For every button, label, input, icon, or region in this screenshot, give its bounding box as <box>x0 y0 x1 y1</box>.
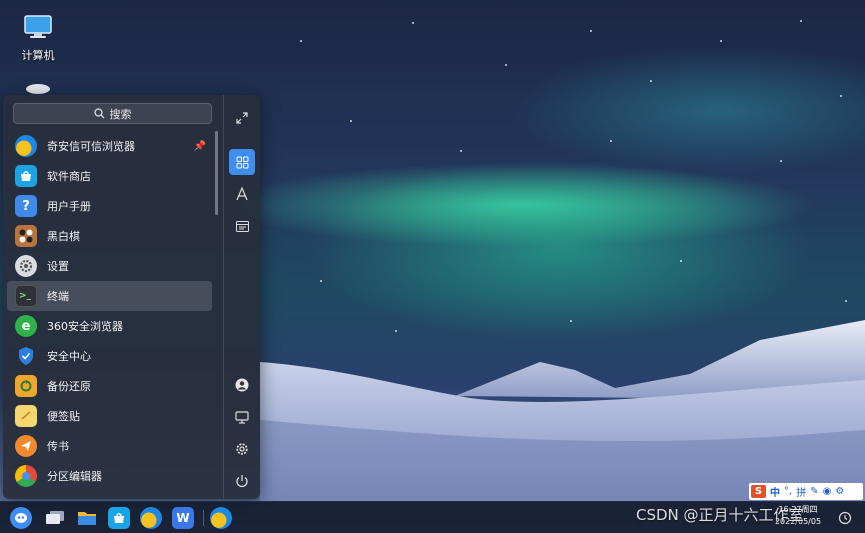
search-icon <box>93 108 104 119</box>
skin-icon[interactable]: ◉ <box>823 486 832 497</box>
user-icon <box>235 378 249 392</box>
wps-icon: W <box>176 511 190 525</box>
app-label: 黑白棋 <box>47 230 80 243</box>
alphabet-sort-button[interactable] <box>229 181 255 207</box>
multitask-view-button[interactable] <box>44 507 66 529</box>
category-sort-icon <box>235 220 249 232</box>
start-menu-button[interactable] <box>10 507 32 529</box>
360-browser-icon: e <box>15 315 37 337</box>
search-input[interactable]: 搜索 <box>13 103 212 124</box>
settings-icon <box>236 443 248 455</box>
expand-icon <box>236 112 248 124</box>
fullscreen-button[interactable] <box>229 105 255 131</box>
desktop-icon-label: 计算机 <box>21 49 55 62</box>
software-store-icon <box>15 165 37 187</box>
user-manual-icon: ? <box>15 195 37 217</box>
app-item-user-manual[interactable]: ? 用户手册 <box>7 191 212 221</box>
app-label: 设置 <box>47 260 69 273</box>
running-app-qianxin-browser[interactable] <box>210 507 232 529</box>
trash-icon <box>26 84 50 94</box>
sogou-logo-icon: S <box>751 485 766 498</box>
taskbar-separator <box>203 510 204 526</box>
software-store-button[interactable] <box>108 507 130 529</box>
scrollbar[interactable] <box>215 131 218 215</box>
terminal-icon: >_ <box>15 285 37 307</box>
app-item-terminal[interactable]: >_ 终端 <box>7 281 212 311</box>
app-item-chuanshu[interactable]: 传书 <box>7 431 212 461</box>
app-label: 用户手册 <box>47 200 91 213</box>
app-label: 传书 <box>47 440 69 453</box>
ime-punctuation[interactable]: °, <box>784 486 792 497</box>
ime-mode[interactable]: 中 <box>770 484 780 499</box>
file-manager-button[interactable] <box>76 507 98 529</box>
notification-icon <box>838 511 852 525</box>
sticky-notes-icon <box>15 405 37 427</box>
app-label: 软件商店 <box>47 170 91 183</box>
notification-button[interactable] <box>836 509 854 527</box>
desktop-icon-computer[interactable]: 计算机 <box>8 14 68 63</box>
app-item-qianxin-browser[interactable]: 奇安信可信浏览器 📌 <box>7 131 212 161</box>
ime-pinyin[interactable]: 拼 <box>796 484 806 499</box>
app-item-backup-restore[interactable]: 备份还原 <box>7 371 212 401</box>
reversi-icon <box>15 225 37 247</box>
file-manager-icon <box>78 512 96 525</box>
computer-icon <box>235 410 249 424</box>
power-icon <box>236 475 248 488</box>
power-button[interactable] <box>229 468 255 494</box>
watermark: CSDN @正月十六工作室 <box>636 506 804 524</box>
ime-toolbar[interactable]: S 中 °, 拼 ✎ ◉ ⚙ <box>749 483 863 500</box>
app-label: 终端 <box>47 290 69 303</box>
search-placeholder: 搜索 <box>109 107 132 121</box>
app-item-360-browser[interactable]: e 360安全浏览器 <box>7 311 212 341</box>
pen-icon[interactable]: ✎ <box>810 486 818 497</box>
app-item-reversi[interactable]: 黑白棋 <box>7 221 212 251</box>
app-label: 备份还原 <box>47 380 91 393</box>
gear-icon[interactable]: ⚙ <box>835 486 844 497</box>
app-list: 奇安信可信浏览器 📌 软件商店 ? 用户手册 黑白棋 设置 >_ 终端 e 36… <box>7 131 212 491</box>
wps-button[interactable]: W <box>172 507 194 529</box>
app-label: 分区编辑器 <box>47 470 102 483</box>
multitask-view-icon <box>46 511 64 524</box>
qianxin-browser-icon <box>15 135 37 157</box>
app-item-partition-editor[interactable]: 分区编辑器 <box>7 461 212 491</box>
app-item-sticky-notes[interactable]: 便签贴 <box>7 401 212 431</box>
partition-editor-icon <box>15 465 37 487</box>
app-label: 奇安信可信浏览器 <box>47 140 135 153</box>
chuanshu-icon <box>15 435 37 457</box>
app-label: 便签贴 <box>47 410 80 423</box>
pin-icon[interactable]: 📌 <box>194 141 206 152</box>
start-menu-app-panel: 搜索 奇安信可信浏览器 📌 软件商店 ? 用户手册 黑白棋 设置 >_ 终端 e… <box>3 95 222 499</box>
computer-icon <box>24 15 52 38</box>
start-menu-sidebar <box>223 95 260 499</box>
all-apps-icon <box>236 156 248 168</box>
software-store-icon <box>114 513 124 523</box>
app-item-security-center[interactable]: 安全中心 <box>7 341 212 371</box>
security-center-icon <box>15 345 37 367</box>
start-menu-icon <box>15 513 27 523</box>
category-sort-button[interactable] <box>229 213 255 239</box>
app-item-settings[interactable]: 设置 <box>7 251 212 281</box>
settings-icon <box>15 255 37 277</box>
app-item-software-store[interactable]: 软件商店 <box>7 161 212 191</box>
app-label: 360安全浏览器 <box>47 320 123 333</box>
start-menu: 搜索 奇安信可信浏览器 📌 软件商店 ? 用户手册 黑白棋 设置 >_ 终端 e… <box>3 95 260 499</box>
all-apps-button[interactable] <box>229 149 255 175</box>
computer-button[interactable] <box>229 404 255 430</box>
qianxin-browser-button[interactable] <box>140 507 162 529</box>
app-label: 安全中心 <box>47 350 91 363</box>
settings-button[interactable] <box>229 436 255 462</box>
user-button[interactable] <box>229 372 255 398</box>
backup-restore-icon <box>15 375 37 397</box>
alphabet-sort-icon <box>236 187 248 201</box>
